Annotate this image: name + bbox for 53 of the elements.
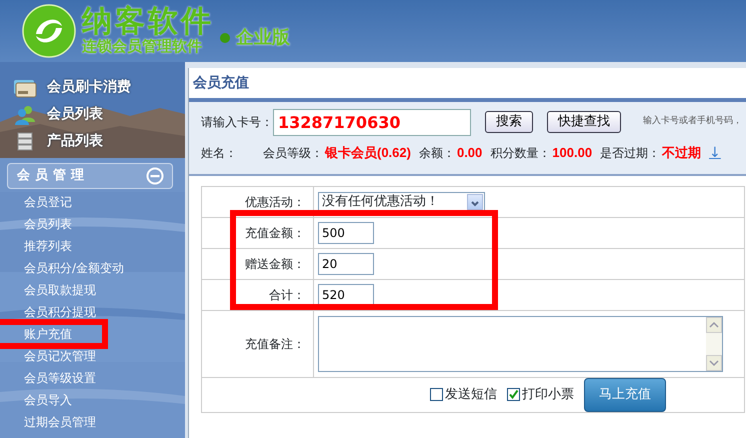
checkbox[interactable]: 发送短信 bbox=[430, 385, 497, 404]
scroll-up-icon bbox=[706, 317, 722, 333]
info-label: 余额： bbox=[418, 145, 455, 162]
logo-icon bbox=[22, 4, 76, 58]
info-label: 会员等级： bbox=[263, 145, 323, 162]
amount-field[interactable]: 520 bbox=[318, 284, 374, 306]
info-link[interactable]: ↓ bbox=[709, 142, 721, 164]
sidebar-item[interactable]: 会员登记 bbox=[0, 191, 185, 213]
submit-button[interactable]: 马上充值 bbox=[584, 378, 666, 412]
info-value: 100.00 bbox=[552, 144, 592, 162]
nav-link[interactable]: 会员列表 bbox=[47, 104, 103, 125]
form-label: 赠送金额： bbox=[245, 257, 305, 271]
section-title: 会员管理 bbox=[17, 167, 89, 186]
brand-tagline: 连锁会员管理软件 bbox=[82, 37, 203, 55]
check-icon bbox=[508, 389, 519, 400]
scroll-down-icon bbox=[706, 355, 722, 371]
sidebar-item[interactable]: 账户充值 bbox=[0, 323, 185, 345]
nav-link[interactable]: 会员刷卡消费 bbox=[47, 77, 131, 98]
sidebar-item[interactable]: 过期会员管理 bbox=[0, 411, 185, 433]
info-label: 是否过期： bbox=[600, 145, 660, 162]
lookup-button[interactable]: 快捷查找 bbox=[547, 111, 621, 133]
sidebar-item[interactable]: 会员积分提现 bbox=[0, 301, 185, 323]
sidebar-item[interactable]: 会员取款提现 bbox=[0, 279, 185, 301]
brand-name: 纳客软件 bbox=[82, 7, 214, 37]
info-label: 积分数量： bbox=[490, 145, 550, 162]
people-icon bbox=[13, 104, 37, 126]
section-header[interactable]: 会员管理 bbox=[7, 163, 173, 189]
info-label: 姓名： bbox=[201, 145, 237, 162]
info-value: 0.00 bbox=[456, 144, 482, 162]
info-value: 不过期 bbox=[662, 144, 702, 162]
info-value: 银卡会员(0.62) bbox=[325, 144, 411, 162]
sidebar-item[interactable]: 会员记次管理 bbox=[0, 345, 185, 367]
amount-field[interactable]: 20 bbox=[318, 253, 374, 275]
form-label: 充值备注： bbox=[245, 337, 305, 351]
sidebar-item[interactable]: 会员导入 bbox=[0, 389, 185, 411]
hint-text: 输入卡号或者手机号码， bbox=[643, 115, 742, 128]
card-number-label: 请输入卡号： bbox=[201, 114, 273, 131]
checkbox[interactable]: 打印小票 bbox=[507, 385, 574, 404]
remark-field[interactable] bbox=[318, 316, 723, 372]
sidebar-item[interactable]: 会员积分/金额变动 bbox=[0, 257, 185, 279]
lookup-button[interactable]: 搜索 bbox=[485, 111, 533, 133]
amount-field[interactable]: 500 bbox=[318, 222, 374, 244]
card-number-field[interactable]: 13287170630 bbox=[273, 108, 471, 136]
discount-select[interactable]: 没有任何优惠活动！ bbox=[318, 192, 485, 212]
sidebar-item[interactable]: 会员等级设置 bbox=[0, 367, 185, 389]
edition-label: 企业版 bbox=[236, 26, 290, 50]
nav-link[interactable]: 产品列表 bbox=[47, 131, 103, 152]
form-label: 合计： bbox=[269, 288, 305, 302]
form-label: 充值金额： bbox=[245, 226, 305, 240]
form-label: 优惠活动： bbox=[245, 195, 305, 209]
sidebar-item[interactable]: 会员列表 bbox=[0, 213, 185, 235]
bullet-icon bbox=[220, 33, 230, 43]
sidebar-item[interactable]: 推荐列表 bbox=[0, 235, 185, 257]
